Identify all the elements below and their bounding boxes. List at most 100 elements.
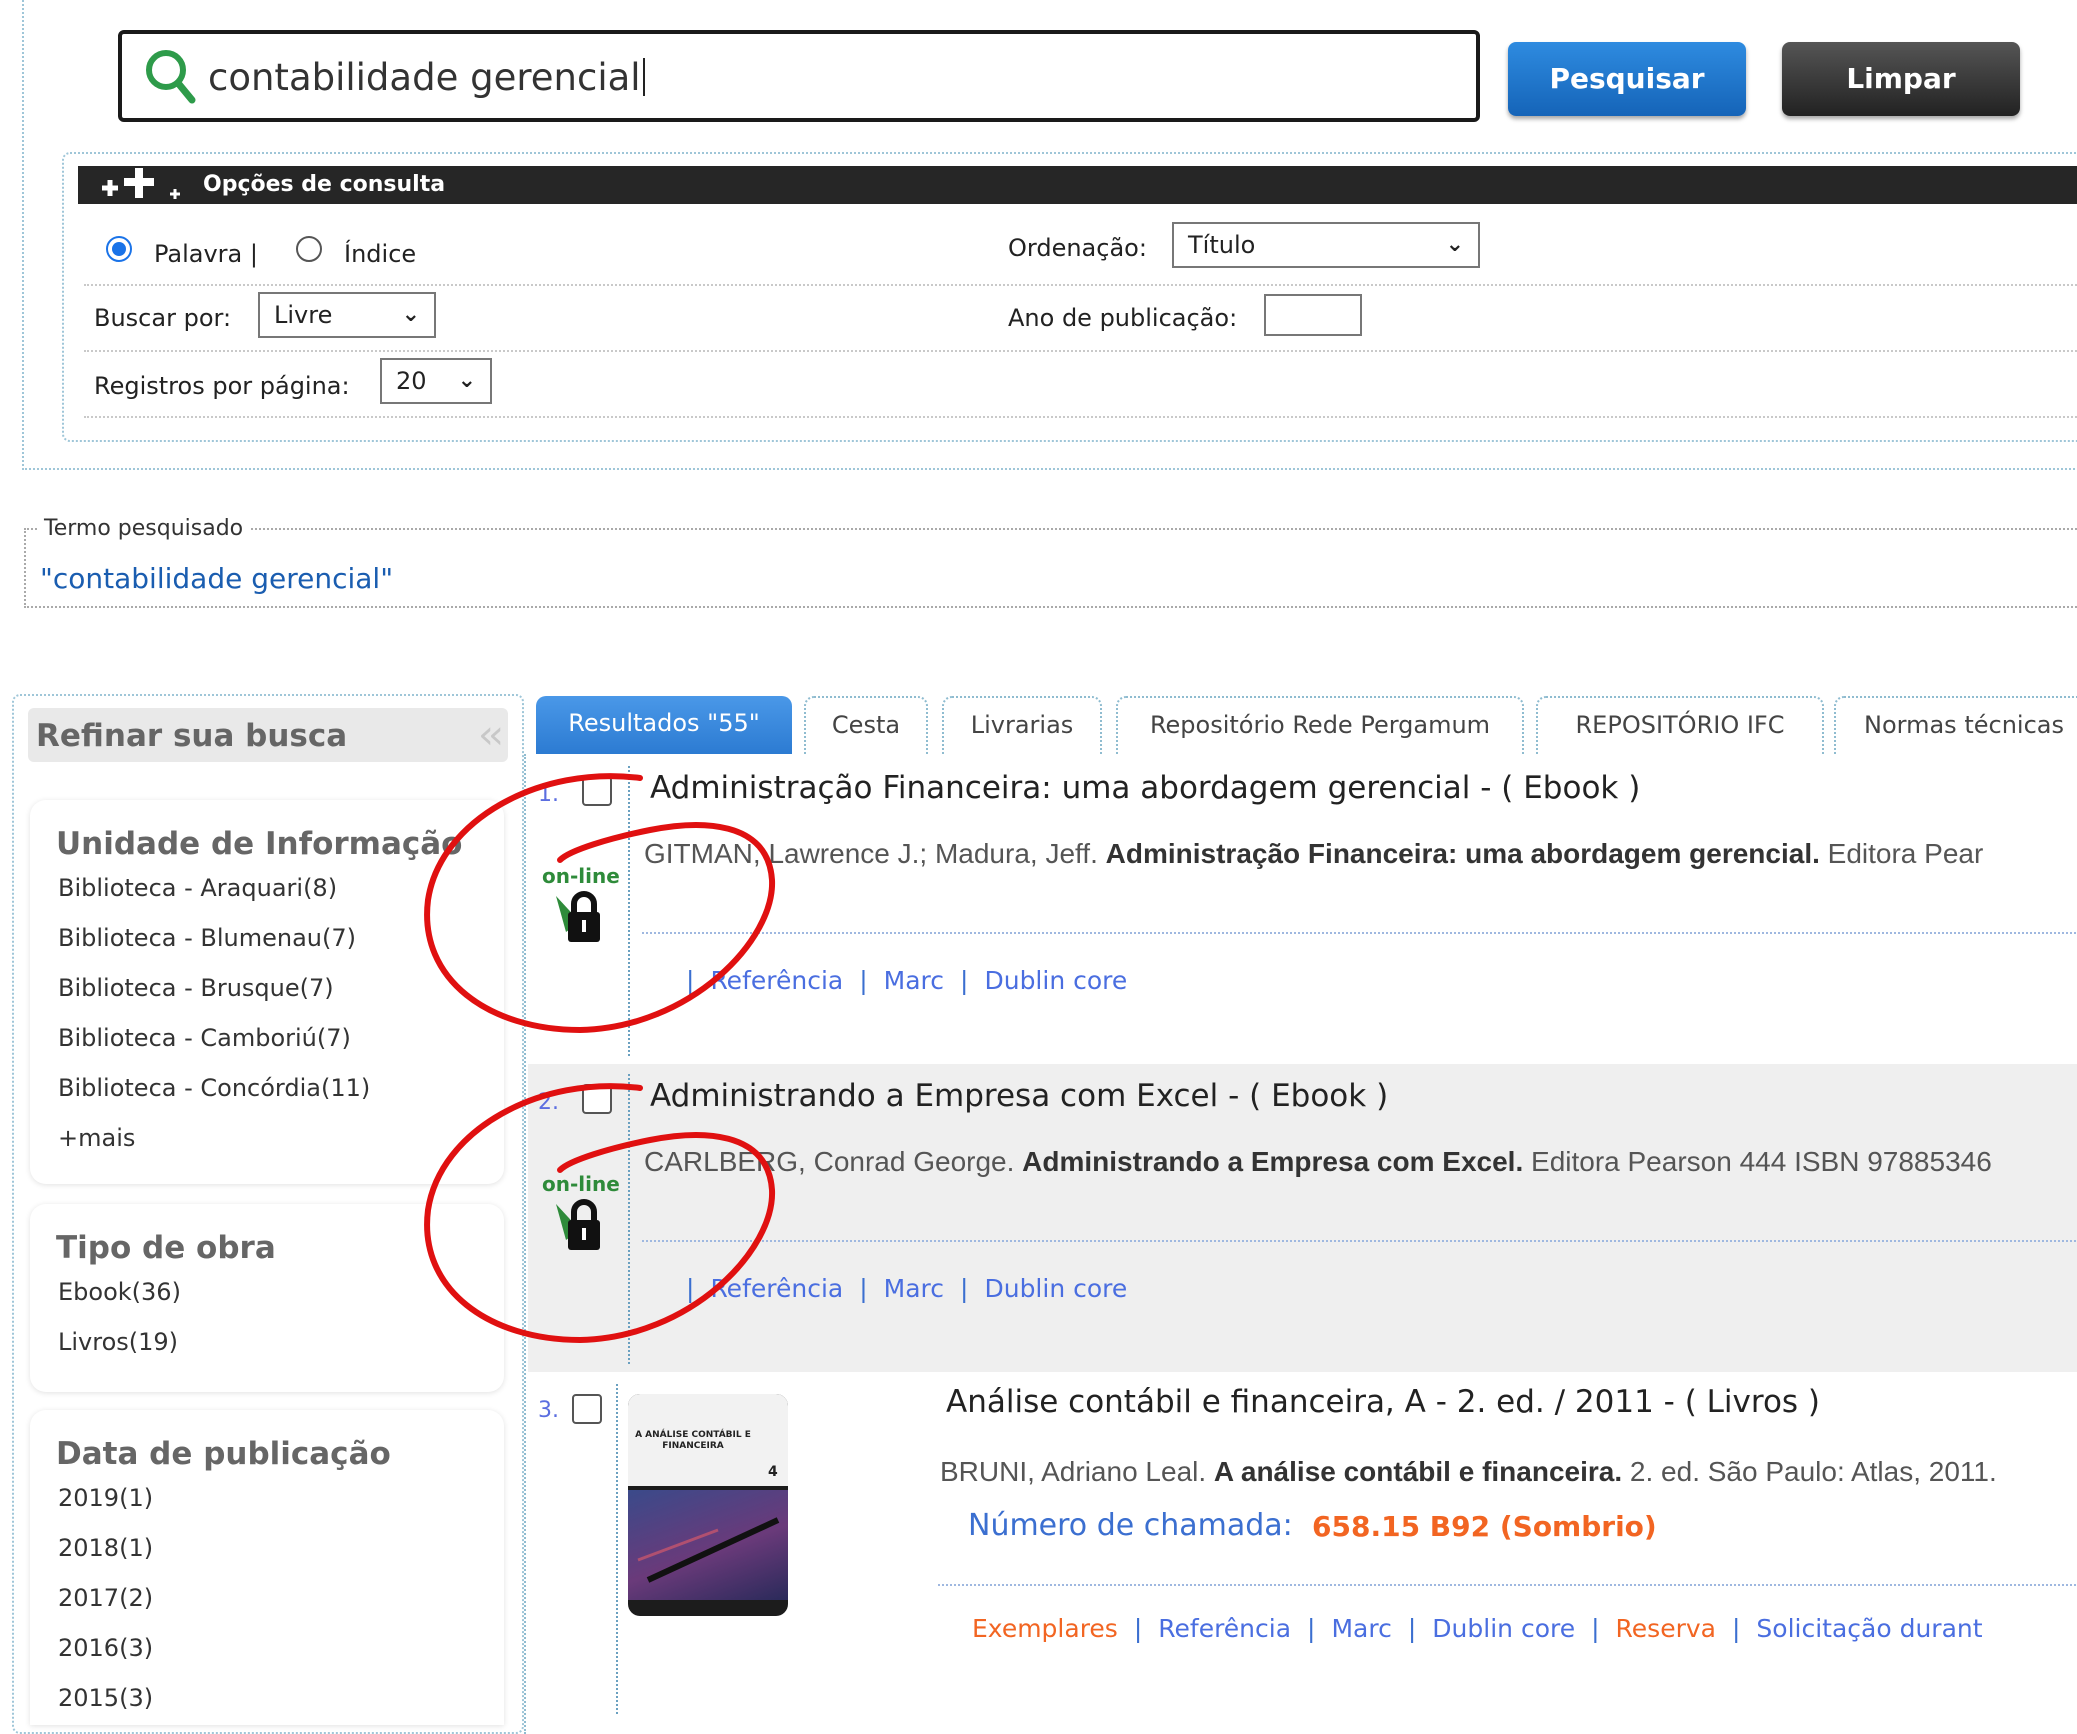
result-book-title: Administração Financeira: uma abordagem … [1105,838,1820,869]
result-checkbox[interactable] [572,1394,602,1424]
options-row-1: Palavra | Índice Ordenação: Título ⌄ [84,218,2077,286]
call-number-value: 658.15 B92 (Sombrio) [1312,1510,1657,1543]
facet-item[interactable]: Biblioteca - Concórdia(11) [58,1074,370,1102]
dublin-core-link[interactable]: Dublin core [1432,1614,1575,1643]
result-item-1: 1. Administração Financeira: uma abordag… [528,756,2077,1062]
search-by-select[interactable]: Livre ⌄ [258,292,436,338]
marc-link[interactable]: Marc [884,1274,944,1303]
refine-title: Refinar sua busca [36,718,348,754]
divider [616,1384,618,1714]
call-number-label: Número de chamada: [968,1508,1293,1543]
request-link[interactable]: Solicitação durant [1756,1614,1982,1643]
facet-item[interactable]: 2017(2) [58,1584,153,1612]
cover-number: 4 [768,1464,778,1480]
facet-item[interactable]: Ebook(36) [58,1278,181,1306]
facet-item[interactable]: Biblioteca - Araquari(8) [58,874,337,902]
reference-link[interactable]: Referência [710,966,843,995]
result-checkbox[interactable] [582,1084,612,1114]
search-button[interactable]: Pesquisar [1508,42,1746,116]
facet-title: Unidade de Informação [56,826,463,862]
marc-link[interactable]: Marc [884,966,944,995]
tab-basket[interactable]: Cesta [804,696,928,754]
search-by-label: Buscar por: [94,304,232,332]
facet-more-link[interactable]: +mais [58,1124,135,1152]
result-description: BRUNI, Adriano Leal. A análise contábil … [940,1456,1997,1488]
order-select-value: Título [1188,231,1256,259]
radio-index-label: Índice [344,240,417,268]
result-title[interactable]: Administrando a Empresa com Excel - ( Eb… [650,1078,1388,1114]
per-page-value: 20 [396,367,427,395]
call-number-box: Número de chamada: 658.15 B92 (Sombrio) [944,1498,1688,1558]
facet-item[interactable]: 2018(1) [58,1534,153,1562]
result-book-title: A análise contábil e financeira. [1213,1456,1623,1487]
search-term-value: "contabilidade gerencial" [40,562,394,595]
reference-link[interactable]: Referência [1158,1614,1291,1643]
tab-ifc-repository[interactable]: REPOSITÓRIO IFC [1536,696,1824,754]
result-description: CARLBERG, Conrad George. Administrando a… [644,1146,1992,1178]
chevron-down-icon: ⌄ [1445,232,1464,257]
result-publisher: Editora Pearson 444 ISBN 97885346 [1523,1146,1992,1177]
collapse-icon[interactable]: ‹‹ [478,712,504,758]
reserve-link[interactable]: Reserva [1616,1614,1716,1643]
per-page-select[interactable]: 20 ⌄ [380,358,492,404]
result-links: | Referência | Marc | Dublin core [686,1274,1128,1303]
expand-plus-icon [90,168,190,208]
facet-item[interactable]: Biblioteca - Camboriú(7) [58,1024,351,1052]
marc-link[interactable]: Marc [1331,1614,1391,1643]
copies-link[interactable]: Exemplares [972,1614,1118,1643]
chevron-down-icon: ⌄ [401,302,420,327]
facet-item[interactable]: 2016(3) [58,1634,153,1662]
dublin-core-link[interactable]: Dublin core [984,966,1127,995]
facet-item[interactable]: Biblioteca - Brusque(7) [58,974,334,1002]
tab-bookstores[interactable]: Livrarias [942,696,1102,754]
order-label: Ordenação: [1008,234,1147,262]
chevron-down-icon: ⌄ [457,368,476,393]
order-select[interactable]: Título ⌄ [1172,222,1480,268]
result-title[interactable]: Administração Financeira: uma abordagem … [650,770,1640,806]
lock-icon[interactable] [554,888,606,950]
reference-link[interactable]: Referência [710,1274,843,1303]
year-input[interactable] [1264,294,1362,336]
facet-title: Tipo de obra [56,1230,276,1266]
facet-item[interactable]: Biblioteca - Blumenau(7) [58,924,356,952]
divider [642,1240,2077,1242]
result-item-2: 2. Administrando a Empresa com Excel - (… [528,1064,2077,1372]
divider [628,1074,630,1364]
result-title[interactable]: Análise contábil e financeira, A - 2. ed… [946,1384,1820,1420]
result-description: GITMAN, Lawrence J.; Madura, Jeff. Admin… [644,838,1983,870]
radio-word[interactable] [106,236,132,262]
book-cover-image[interactable]: A ANÁLISE CONTÁBIL E FINANCEIRA 4 [628,1394,788,1616]
divider [642,932,2077,934]
facet-item[interactable]: 2015(3) [58,1684,153,1712]
radio-index[interactable] [296,236,322,262]
online-label: on-line [542,1172,620,1196]
search-input[interactable]: contabilidade gerencial [118,30,1480,122]
online-label: on-line [542,864,620,888]
search-term-legend: Termo pesquisado [38,516,250,541]
dublin-core-link[interactable]: Dublin core [984,1274,1127,1303]
cover-title: A ANÁLISE CONTÁBIL E FINANCEIRA [635,1430,751,1451]
clear-button[interactable]: Limpar [1782,42,2020,116]
lock-icon[interactable] [554,1196,606,1258]
tab-results[interactable]: Resultados "55" [536,696,792,754]
result-number: 3. [538,1398,559,1423]
result-number: 1. [538,782,559,807]
refine-header: Refinar sua busca ‹‹ [28,708,508,762]
search-by-value: Livre [274,301,333,329]
search-query-text: contabilidade gerencial [208,56,645,99]
options-row-3: Registros por página: 20 ⌄ [84,350,2077,418]
facet-item[interactable]: Livros(19) [58,1328,178,1356]
result-checkbox[interactable] [582,776,612,806]
options-header[interactable]: Opções de consulta [78,166,2077,204]
facet-unit: Unidade de Informação Biblioteca - Araqu… [30,800,504,1184]
divider [628,766,630,1056]
tab-technical-standards[interactable]: Normas técnicas [1834,696,2077,754]
year-label: Ano de publicação: [1008,304,1238,332]
divider [938,1584,2077,1586]
result-publisher: Editora Pear [1819,838,1984,869]
result-author: GITMAN, Lawrence J.; Madura, Jeff. [644,838,1106,869]
tab-pergamum-repository[interactable]: Repositório Rede Pergamum [1116,696,1524,754]
facet-item[interactable]: 2019(1) [58,1484,153,1512]
facet-date: Data de publicação 2019(1) 2018(1) 2017(… [30,1410,504,1725]
result-links: | Referência | Marc | Dublin core [686,966,1128,995]
